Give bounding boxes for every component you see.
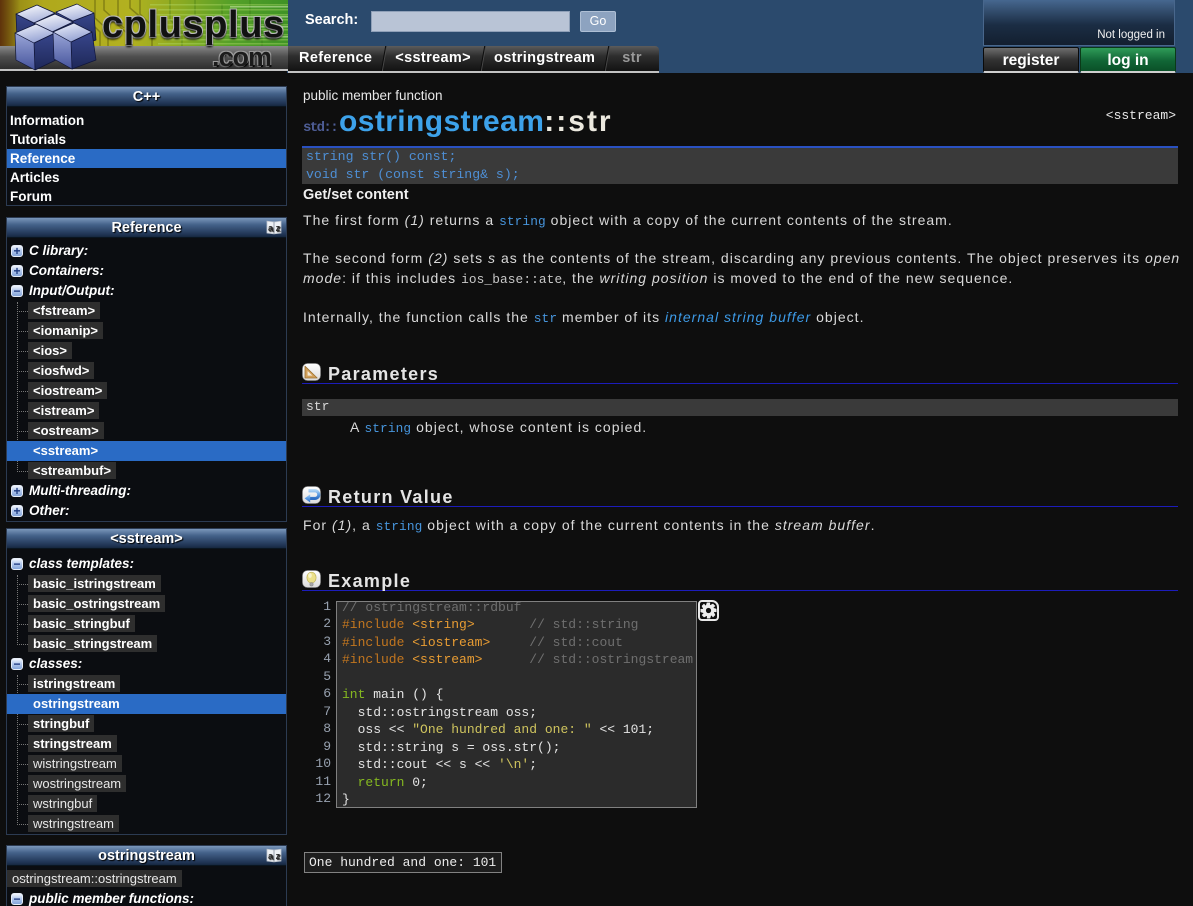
svg-text:z: z	[276, 223, 281, 233]
svg-text:z: z	[276, 851, 281, 861]
